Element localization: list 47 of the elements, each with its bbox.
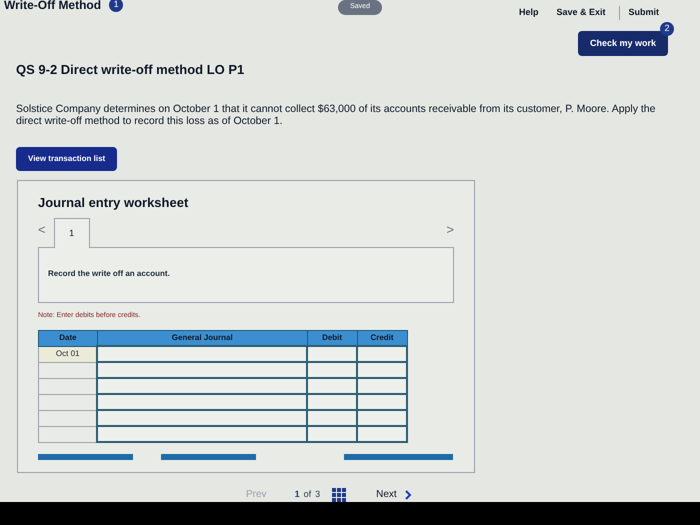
entry-field[interactable] — [307, 378, 358, 394]
entry-field[interactable] — [97, 426, 308, 442]
entry-field[interactable] — [357, 362, 407, 378]
assignment-title: Write-Off Method — [4, 0, 102, 14]
question-text: Solstice Company determines on October 1 that it cannot collect $63,000 of its accounts receivable from its customer, P. Moore. Apply the direct write-off method to record this loss as of October 1. — [16, 102, 656, 127]
check-my-work-button[interactable]: Check my work — [578, 30, 668, 56]
column-header: Date — [38, 330, 98, 346]
action-bar[interactable] — [38, 454, 133, 460]
next-button[interactable]: Next — [376, 487, 412, 502]
entry-field[interactable] — [97, 346, 308, 362]
entry-field[interactable] — [97, 394, 308, 410]
entry-field[interactable] — [357, 346, 407, 362]
entry-field[interactable] — [307, 362, 358, 378]
column-header: General Journal — [97, 330, 308, 346]
nav-link[interactable]: Save & Exit — [547, 6, 614, 20]
entry-field[interactable] — [357, 426, 407, 442]
entry-field[interactable] — [357, 378, 407, 394]
chevron-right-icon — [404, 490, 412, 500]
column-header: Credit — [357, 330, 407, 346]
entry-field[interactable] — [307, 410, 358, 426]
entry-tab[interactable]: 1 — [54, 218, 90, 248]
page-number: 1 — [294, 488, 300, 501]
count-badge: 2 — [660, 22, 674, 36]
grid-icon[interactable] — [332, 488, 346, 502]
entry-field[interactable] — [307, 346, 358, 362]
entry-field[interactable] — [357, 410, 407, 426]
page-separator: of — [304, 488, 312, 501]
entry-field[interactable] — [97, 410, 308, 426]
date-cell: Oct 01 — [38, 346, 98, 362]
nav-link[interactable]: Help — [510, 6, 548, 20]
action-bar[interactable] — [161, 454, 256, 460]
entry-field[interactable] — [97, 378, 308, 394]
worksheet-title: Journal entry worksheet — [38, 194, 190, 212]
column-header: Debit — [307, 330, 358, 346]
count-badge: 1 — [109, 0, 124, 12]
entry-field[interactable] — [307, 426, 358, 442]
previous-arrow[interactable]: < — [38, 220, 46, 240]
question-title: QS 9-2 Direct write-off method LO P1 — [16, 61, 246, 80]
entry-field[interactable] — [357, 394, 407, 410]
page-total: 3 — [315, 488, 320, 501]
next-arrow[interactable]: > — [446, 220, 454, 240]
instruction-text: Record the write off an account. — [48, 269, 170, 278]
entry-field[interactable] — [307, 394, 358, 410]
nav-link[interactable]: Submit — [620, 6, 668, 20]
view-transaction-list-button[interactable]: View transaction list — [16, 146, 118, 171]
entry-field[interactable] — [97, 362, 308, 378]
action-bar[interactable] — [344, 454, 453, 460]
